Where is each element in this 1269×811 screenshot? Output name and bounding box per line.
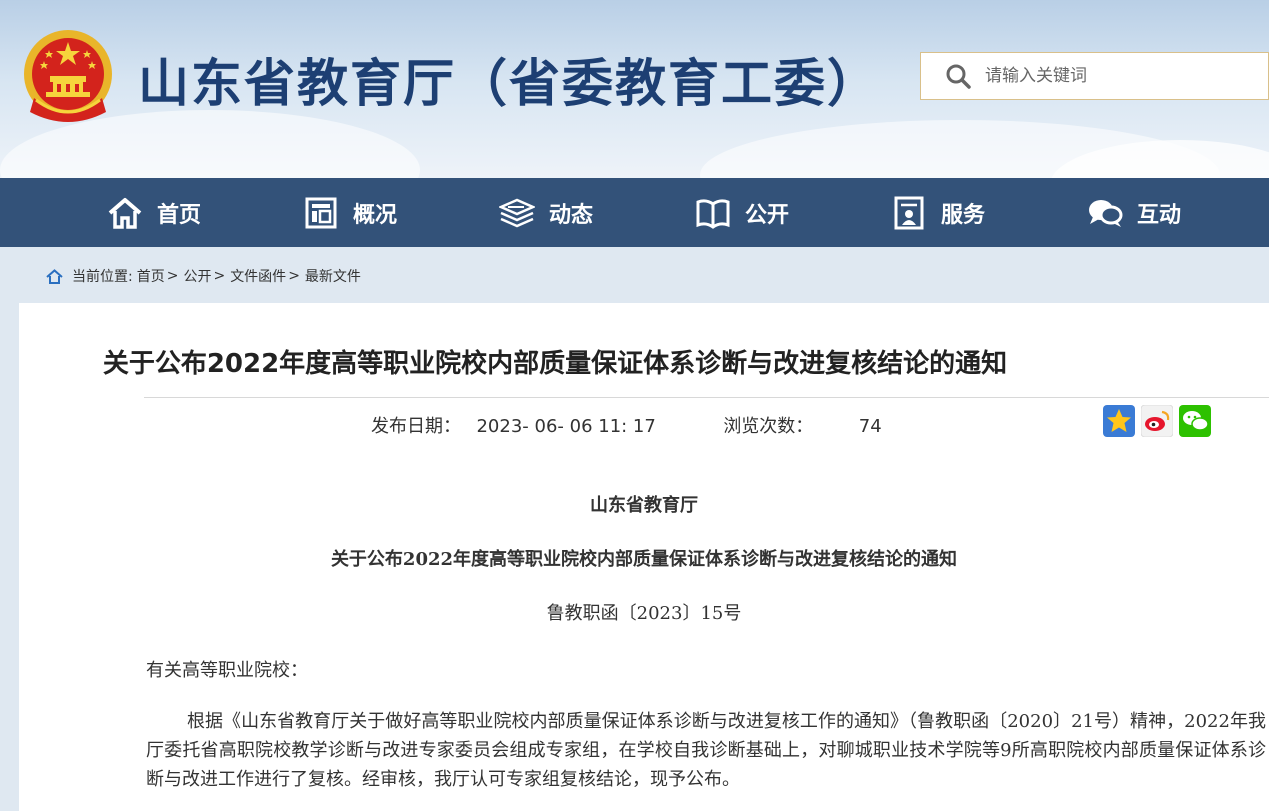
nav-item-label: 服务	[940, 202, 985, 228]
breadcrumb: 当前位置: 首页 > 公开 > 文件函件 > 最新文件	[46, 266, 361, 286]
search-icon[interactable]	[945, 63, 971, 89]
doc-subtitle: 关于公布2022年度高等职业院校内部质量保证体系诊断与改进复核结论的通知	[330, 549, 958, 570]
nav-item-home[interactable]: 首页	[56, 178, 252, 247]
national-emblem-icon	[24, 30, 112, 122]
weibo-icon[interactable]	[1141, 405, 1173, 437]
doc-salutation: 有关高等职业院校：	[146, 660, 308, 681]
doc-issuer: 山东省教育厅	[590, 495, 698, 516]
site-header: 山东省教育厅（省委教育工委）	[0, 0, 1269, 178]
news-stack-icon	[498, 198, 535, 227]
open-book-icon	[696, 198, 730, 229]
breadcrumb-separator: >	[166, 268, 179, 284]
article-container: 关于公布2022年度高等职业院校内部质量保证体系诊断与改进复核结论的通知 发布日…	[19, 303, 1269, 811]
nav-item-label: 首页	[156, 202, 201, 228]
search-box	[920, 52, 1269, 100]
qzone-star-icon[interactable]	[1103, 405, 1135, 437]
breadcrumb-prefix: 当前位置:	[72, 269, 133, 285]
nav-item-open[interactable]: 公开	[644, 178, 840, 247]
article-title: 关于公布2022年度高等职业院校内部质量保证体系诊断与改进复核结论的通知	[102, 349, 1008, 379]
wechat-icon[interactable]	[1179, 405, 1211, 437]
search-input[interactable]	[983, 65, 1267, 87]
share-bar	[1103, 405, 1211, 437]
service-doc-icon	[894, 196, 924, 229]
doc-paragraph: 根据《山东省教育厅关于做好高等职业院校内部质量保证体系诊断与改进复核工作的通知》…	[146, 711, 1267, 790]
nav-item-label: 公开	[744, 202, 789, 228]
nav-item-label: 动态	[548, 202, 593, 228]
site-title: 山东省教育厅（省委教育工委）	[138, 55, 881, 114]
overview-icon	[305, 197, 337, 228]
home-icon	[46, 268, 63, 284]
breadcrumb-item-documents[interactable]: 文件函件	[230, 266, 286, 286]
view-count-value: 74	[858, 416, 882, 437]
nav-item-overview[interactable]: 概况	[252, 178, 448, 247]
home-icon	[108, 197, 142, 229]
nav-item-service[interactable]: 服务	[840, 178, 1036, 247]
breadcrumb-item-home[interactable]: 首页	[137, 266, 165, 286]
main-nav: 首页 概况 动态 公开 服务 互动	[0, 178, 1269, 247]
breadcrumb-item-open[interactable]: 公开	[183, 266, 211, 286]
article-meta: 发布日期： 2023- 06- 06 11: 17 浏览次数： 74	[371, 412, 882, 438]
title-divider	[144, 397, 1269, 398]
view-count-label: 浏览次数：	[723, 416, 814, 437]
chat-bubbles-icon	[1088, 199, 1123, 227]
nav-item-interact[interactable]: 互动	[1036, 178, 1232, 247]
publish-date-value: 2023- 06- 06 11: 17	[476, 416, 656, 437]
nav-item-label: 概况	[352, 202, 397, 228]
breadcrumb-separator: >	[288, 268, 300, 284]
breadcrumb-separator: >	[213, 268, 226, 284]
breadcrumb-item-latest[interactable]: 最新文件	[305, 266, 361, 286]
publish-date-label: 发布日期：	[371, 416, 461, 437]
nav-item-label: 互动	[1136, 202, 1181, 228]
nav-item-news[interactable]: 动态	[448, 178, 644, 247]
doc-number: 鲁教职函〔2023〕15号	[546, 603, 742, 624]
